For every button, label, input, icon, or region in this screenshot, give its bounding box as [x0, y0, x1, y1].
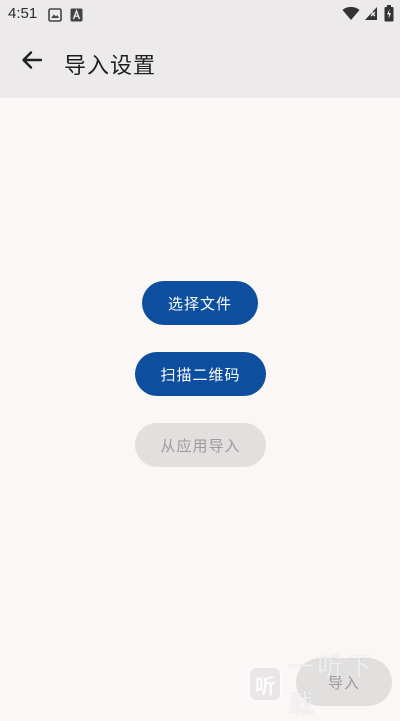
import-button[interactable]: 导入 [296, 658, 392, 706]
image-icon [48, 7, 62, 26]
no-sim-icon [364, 6, 378, 25]
watermark-logo: 听 [248, 666, 283, 702]
app-bar: 导入设置 [0, 28, 400, 98]
a-letter-icon [70, 7, 83, 26]
status-bar: 4:51 [0, 0, 400, 28]
status-time: 4:51 [8, 5, 38, 22]
back-button[interactable] [12, 42, 52, 82]
choose-file-button[interactable]: 选择文件 [142, 281, 258, 325]
import-from-app-button: 从应用导入 [135, 423, 266, 467]
page-title: 导入设置 [64, 54, 157, 79]
back-arrow-icon [21, 49, 43, 75]
wifi-icon [342, 6, 360, 25]
scan-qr-button[interactable]: 扫描二维码 [135, 352, 266, 396]
battery-icon [384, 5, 394, 26]
